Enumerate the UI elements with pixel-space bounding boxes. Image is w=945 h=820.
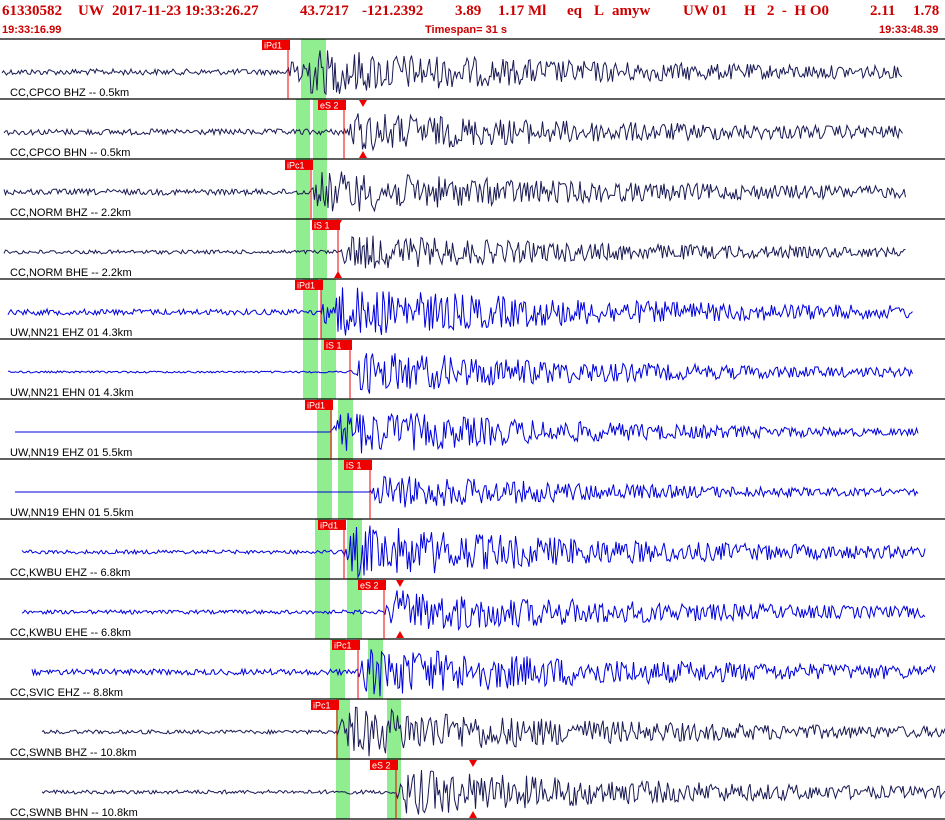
- pick-label[interactable]: eS 2: [372, 761, 391, 771]
- waveform-trace[interactable]: [15, 412, 919, 454]
- channel-label: UW,NN21 EHZ 01 4.3km: [10, 327, 132, 339]
- channel-label: CC,NORM BHZ -- 2.2km: [10, 207, 131, 219]
- channel-label: CC,CPCO BHN -- 0.5km: [10, 147, 130, 159]
- p-window: [296, 99, 310, 159]
- arrival-marker-bottom: [396, 631, 404, 638]
- waveform-trace[interactable]: [41, 706, 945, 757]
- waveform-trace[interactable]: [3, 235, 906, 269]
- waveform-trace[interactable]: [3, 171, 906, 213]
- channel-label: CC,KWBU EHE -- 6.8km: [10, 627, 131, 639]
- pick-label[interactable]: iPd1: [297, 281, 315, 291]
- pick-label[interactable]: iPc1: [287, 161, 305, 171]
- waveform-trace[interactable]: [8, 353, 913, 394]
- pick-label[interactable]: iPd1: [320, 521, 338, 531]
- pick-label[interactable]: iS 1: [326, 341, 342, 351]
- channel-label: CC,KWBU EHZ -- 6.8km: [10, 567, 130, 579]
- channel-label: CC,CPCO BHZ -- 0.5km: [10, 87, 129, 99]
- waveform-trace[interactable]: [41, 769, 945, 815]
- channel-label: CC,NORM BHE -- 2.2km: [10, 267, 132, 279]
- p-window: [317, 459, 332, 519]
- channel-label: UW,NN21 EHN 01 4.3km: [10, 387, 133, 399]
- arrival-marker-top: [469, 760, 477, 767]
- p-window: [303, 339, 318, 399]
- pick-label[interactable]: iS 1: [314, 221, 330, 231]
- pick-label[interactable]: eS 2: [320, 101, 339, 111]
- channel-label: UW,NN19 EHZ 01 5.5km: [10, 447, 132, 459]
- waveform-trace[interactable]: [31, 649, 936, 697]
- pick-label[interactable]: iPd1: [307, 401, 325, 411]
- arrival-marker-top: [396, 580, 404, 587]
- channel-label: CC,SVIC EHZ -- 8.8km: [10, 687, 123, 699]
- pick-label[interactable]: iPc1: [334, 641, 352, 651]
- p-window: [315, 579, 330, 639]
- arrival-marker-bottom: [334, 271, 342, 278]
- channel-label: CC,SWNB BHZ -- 10.8km: [10, 747, 137, 759]
- seismogram-panel[interactable]: iPd1 CC,CPCO BHZ -- 0.5km eS 2 CC,CPCO BHN …: [0, 0, 945, 820]
- arrival-marker-bottom: [359, 151, 367, 158]
- p-window: [336, 759, 350, 819]
- waveform-trace[interactable]: [21, 525, 926, 579]
- waveform-trace[interactable]: [3, 113, 903, 152]
- waveform-trace[interactable]: [7, 287, 913, 336]
- p-window: [296, 219, 310, 279]
- pick-label[interactable]: iPc1: [313, 701, 331, 711]
- waveform-trace[interactable]: [21, 590, 926, 631]
- pick-label[interactable]: iS 1: [346, 461, 362, 471]
- waveform-trace[interactable]: [1, 50, 903, 96]
- channel-label: CC,SWNB BHN -- 10.8km: [10, 807, 138, 819]
- pick-label[interactable]: iPd1: [264, 41, 282, 51]
- waveform-trace[interactable]: [15, 475, 919, 508]
- arrival-marker-top: [359, 100, 367, 107]
- channel-label: UW,NN19 EHN 01 5.5km: [10, 507, 133, 519]
- arrival-marker-bottom: [469, 811, 477, 818]
- pick-label[interactable]: eS 2: [360, 581, 379, 591]
